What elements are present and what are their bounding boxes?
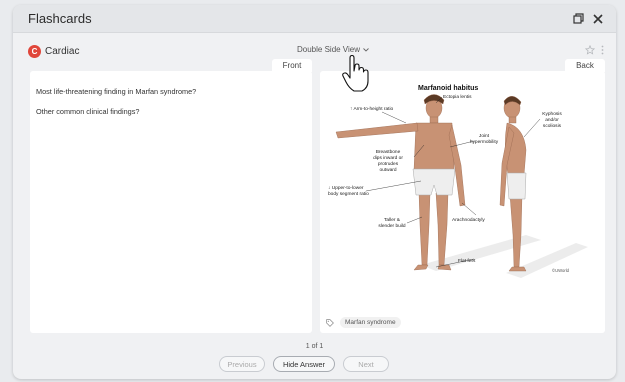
page-indicator: 1 of 1 (305, 343, 324, 350)
label-taller-build: Taller & slender build (378, 217, 406, 229)
label-arachnodactyly: Arachnodactyly (452, 217, 485, 223)
popout-icon[interactable] (570, 11, 586, 27)
tag-row: Marfan syndrome (326, 317, 401, 328)
question-line-1: Most life-threatening finding in Marfan … (36, 87, 197, 96)
card-actions (585, 45, 604, 55)
tag-icon (326, 318, 334, 327)
label-kyphosis: Kyphosis and/or scoliosis (542, 111, 562, 129)
view-mode-label: Double Side View (297, 45, 361, 54)
figure-title: Marfanoid habitus (418, 85, 478, 92)
question-line-2: Other common clinical findings? (36, 107, 140, 116)
chevron-down-icon (363, 47, 369, 52)
label-flat-feet: Flat feet (458, 258, 476, 264)
question-text: Most life-threatening finding in Marfan … (30, 71, 312, 117)
previous-button[interactable]: Previous (219, 356, 265, 372)
close-icon[interactable] (590, 11, 606, 27)
label-joint-hypermobility: Joint hypermobility (470, 133, 499, 145)
copyright: ©UWorld (552, 268, 570, 273)
back-card: Back Marfanoid habitus Ectopia lentis ↑ … (320, 59, 605, 333)
label-segment-ratio: ↓ Upper-to-lower body segment ratio (328, 185, 369, 197)
front-card: Front Most life-threatening finding in M… (30, 59, 312, 333)
view-mode-dropdown[interactable]: Double Side View (297, 45, 369, 54)
tag-chip[interactable]: Marfan syndrome (340, 317, 401, 328)
flashcards-window: Flashcards C Cardiac Double Side View Fr… (13, 5, 616, 379)
marfan-illustration: Marfanoid habitus Ectopia lentis ↑ Arm-t… (328, 85, 588, 278)
label-arm-to-height: ↑ Arm-to-height ratio (350, 106, 394, 112)
title-bar: Flashcards (13, 5, 616, 33)
hand-cursor-icon (342, 55, 369, 92)
window-title: Flashcards (28, 11, 92, 26)
label-breastbone: Breastbone dips inward or protrudes outward (373, 149, 403, 173)
tab-back[interactable]: Back (565, 59, 605, 72)
navigation-bar: Previous Hide Answer Next (219, 356, 389, 372)
deck-badge: C (28, 44, 41, 58)
label-ectopia-lentis: Ectopia lentis (443, 94, 472, 100)
deck-name: Cardiac (45, 45, 80, 57)
hide-answer-button[interactable]: Hide Answer (273, 356, 335, 372)
tab-front[interactable]: Front (272, 59, 312, 72)
card-toolbar: C Cardiac Double Side View (28, 39, 606, 63)
more-vertical-icon[interactable] (601, 45, 604, 55)
next-button[interactable]: Next (343, 356, 389, 372)
star-icon[interactable] (585, 45, 595, 55)
